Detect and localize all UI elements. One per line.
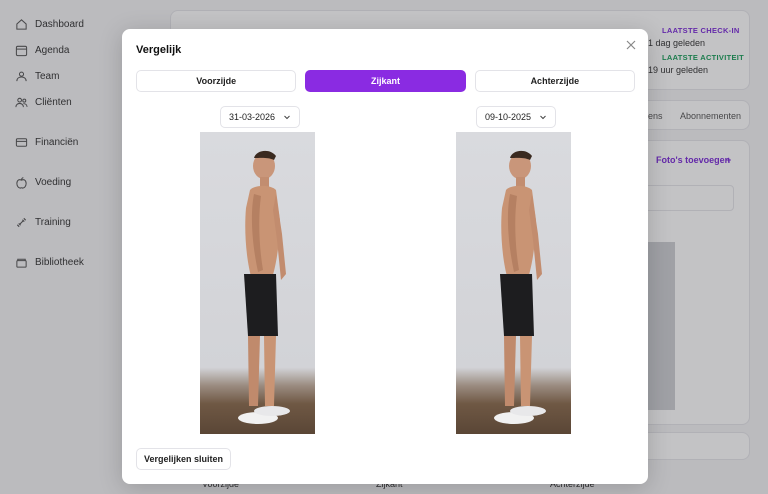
left-date-value: 31-03-2026 — [229, 112, 276, 122]
person-side-figure — [494, 150, 546, 424]
tab-side[interactable]: Zijkant — [305, 70, 466, 92]
view-tabs: Voorzijde Zijkant Achterzijde — [136, 70, 635, 92]
modal-title: Vergelijk — [136, 44, 182, 56]
chevron-down-icon — [540, 115, 546, 120]
close-compare-button[interactable]: Vergelijken sluiten — [136, 448, 232, 470]
tab-back[interactable]: Achterzijde — [474, 70, 635, 92]
left-side-photo — [200, 132, 315, 434]
person-side-figure — [238, 150, 290, 424]
right-date-value: 09-10-2025 — [485, 112, 532, 122]
compare-modal: Vergelijk Voorzijde Zijkant Achterzijde … — [122, 29, 648, 484]
chevron-down-icon — [284, 115, 290, 120]
right-side-photo — [456, 132, 571, 434]
right-date-select[interactable]: 09-10-2025 — [476, 106, 557, 128]
close-icon[interactable] — [624, 38, 638, 52]
left-date-select[interactable]: 31-03-2026 — [220, 106, 301, 128]
tab-front[interactable]: Voorzijde — [136, 70, 297, 92]
